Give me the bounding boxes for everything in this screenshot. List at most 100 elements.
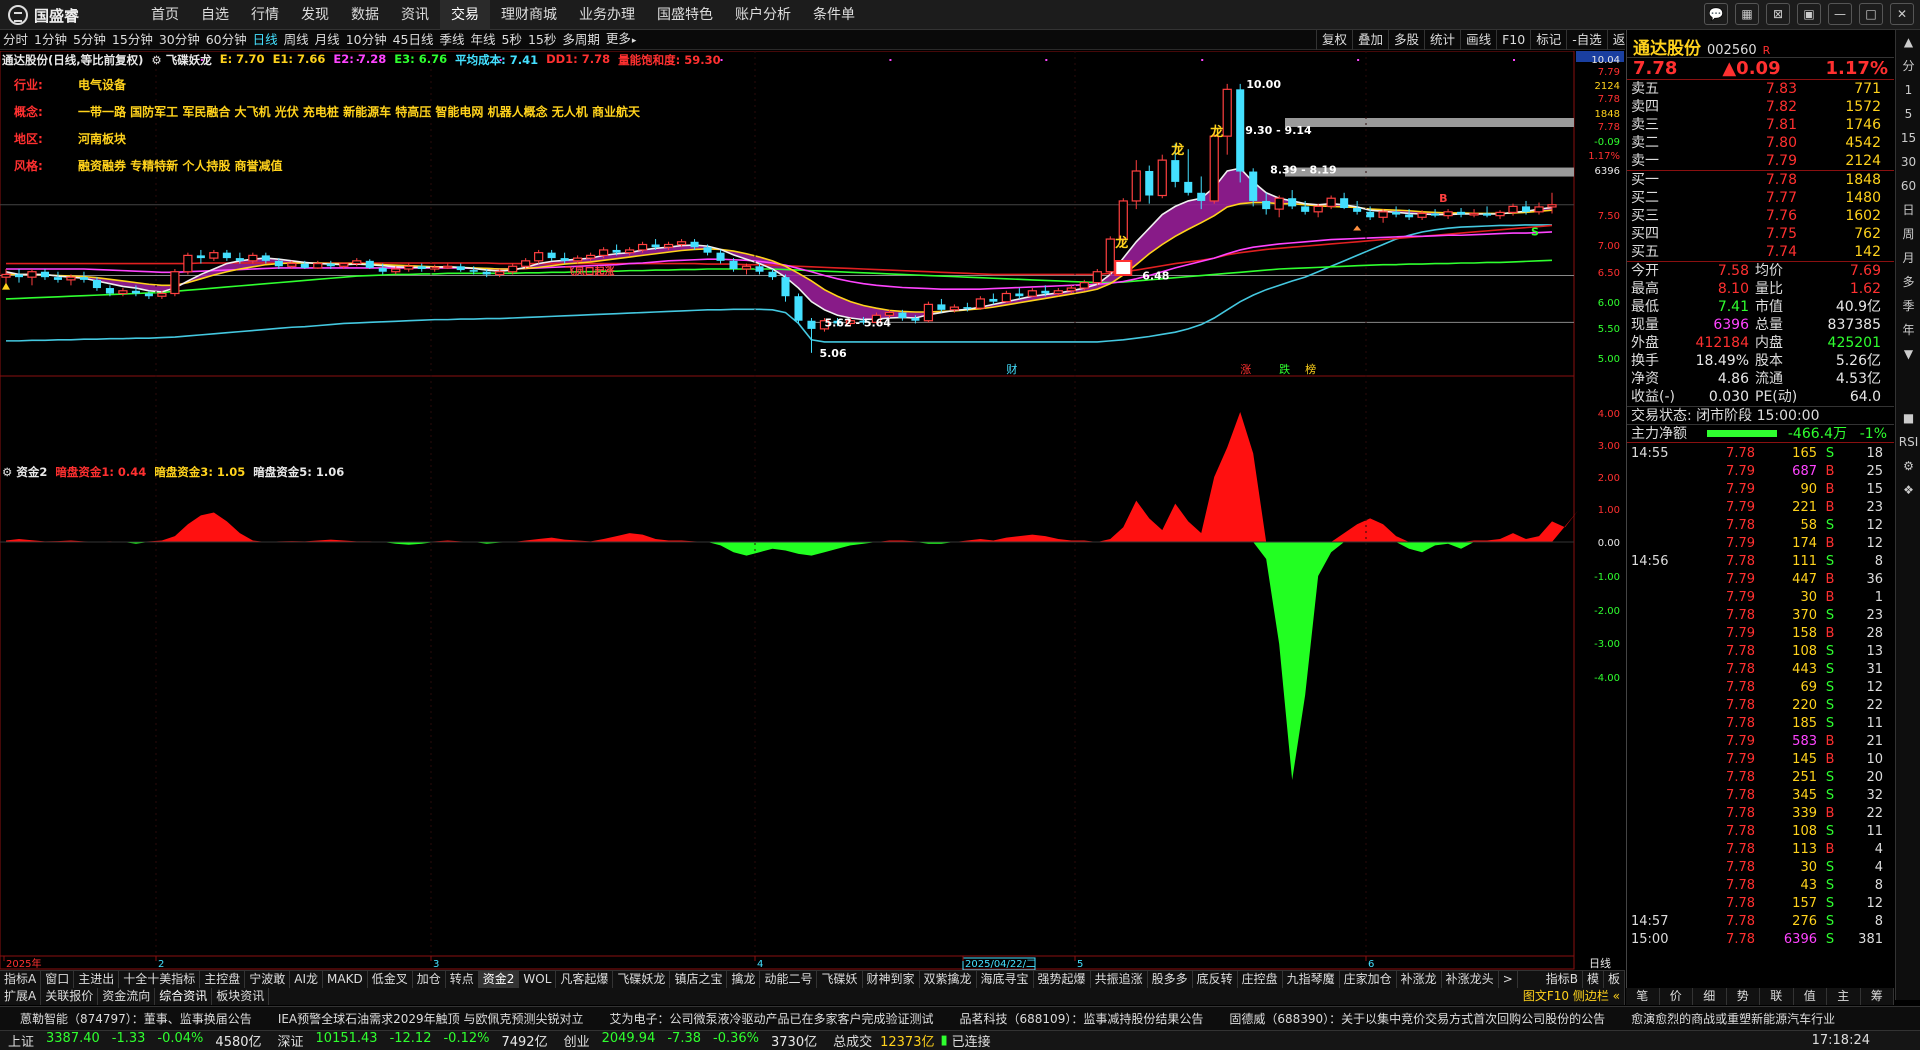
news-item[interactable]: 愈演愈烈的商战或重塑新能源汽车行业 [1631, 1010, 1835, 1027]
period-tab[interactable]: 周线 [281, 30, 312, 50]
quote-tab[interactable]: 价 [1660, 988, 1693, 1005]
indicator-tab[interactable]: 飞碟妖龙 [613, 971, 671, 988]
side-strip-item[interactable]: 多 [1896, 270, 1920, 294]
order-book-row[interactable]: 买四 7.75 762 [1627, 225, 1894, 243]
news-item[interactable]: 固德威（688390）：关于以集中竞价交易方式首次回购公司股份的公告 [1229, 1010, 1605, 1027]
indicator-tab[interactable]: 飞碟妖 [817, 971, 863, 988]
close-icon[interactable]: ✕ [1890, 3, 1914, 25]
menu-item[interactable]: 交易 [440, 0, 490, 30]
indicator-tab[interactable]: 主进出 [74, 971, 120, 988]
indicator-tab[interactable]: 双紫擒龙 [920, 971, 977, 988]
news-item[interactable]: IEA预警全球石油需求2029年触顶 与欧佩克预测尖锐对立 [278, 1010, 584, 1027]
quote-tab[interactable]: 主 [1827, 988, 1861, 1005]
period-tab[interactable]: 1分钟 [31, 30, 70, 50]
order-book-row[interactable]: 买二 7.77 1480 [1627, 189, 1894, 207]
indicator-tab[interactable]: 指标B [1542, 971, 1583, 988]
menu-item[interactable]: 国盛特色 [646, 0, 724, 30]
menu-item[interactable]: 自选 [190, 0, 240, 30]
side-strip-item[interactable]: ▼ [1896, 342, 1920, 366]
indicator-tab[interactable]: 庄家加仓 [1340, 971, 1397, 988]
side-strip-item[interactable]: 15 [1896, 126, 1920, 150]
period-tab[interactable]: 多周期 [559, 30, 603, 50]
side-strip-item[interactable]: 周 [1896, 222, 1920, 246]
side-strip-item[interactable]: 分 [1896, 54, 1920, 78]
indicator-tab[interactable]: MAKD [323, 971, 368, 988]
period-tab[interactable]: 季线 [437, 30, 468, 50]
quote-tab[interactable]: 笔 [1626, 988, 1660, 1005]
indicator-tab[interactable]: 资金2 [478, 971, 520, 988]
indicator-tab[interactable]: 转点 [446, 971, 479, 988]
indicator-tab[interactable]: 指标A [0, 971, 42, 988]
toolbar-button[interactable]: 画线 [1460, 30, 1496, 50]
side-strip-tool[interactable]: ⚙ [1896, 454, 1920, 478]
news-item[interactable]: 品茗科技（688109）：监事减持股份结果公告 [960, 1010, 1204, 1027]
minimize-icon[interactable]: — [1828, 3, 1852, 25]
period-tab[interactable]: 5分钟 [70, 30, 109, 50]
side-strip-item[interactable]: ▲ [1896, 30, 1920, 54]
indicator-tab[interactable]: 十全十美指标 [119, 971, 201, 988]
info-tab[interactable]: 关联报价 [41, 988, 99, 1005]
indicator-tab[interactable]: 擒龙 [727, 971, 761, 988]
indicator-tab[interactable]: > [1499, 971, 1518, 988]
indicator-tab[interactable]: 加仓 [413, 971, 446, 988]
indicator-tab[interactable]: 底反转 [1193, 971, 1238, 988]
period-tab[interactable]: 30分钟 [156, 30, 203, 50]
quote-tab[interactable]: 联 [1760, 988, 1794, 1005]
side-strip-item[interactable]: 30 [1896, 150, 1920, 174]
side-strip-item[interactable]: 季 [1896, 294, 1920, 318]
index-quote[interactable]: 上证 3387.40 -1.33 -0.04% 4580亿 [0, 1031, 270, 1050]
indicator-tab[interactable]: 主控盘 [200, 971, 246, 988]
period-tab[interactable]: 15分钟 [109, 30, 156, 50]
period-tab[interactable]: 年线 [468, 30, 499, 50]
toolbar-button[interactable]: -自选 [1566, 30, 1607, 50]
menu-item[interactable]: 账户分析 [724, 0, 802, 30]
order-book-row[interactable]: 买一 7.78 1848 [1627, 171, 1894, 189]
grid-icon[interactable]: ▦ [1735, 3, 1759, 25]
toolbar-button[interactable]: 标记 [1530, 30, 1566, 50]
menu-item[interactable]: 发现 [290, 0, 340, 30]
indicator-tab[interactable]: 模 [1583, 971, 1604, 988]
period-tab[interactable]: 10分钟 [343, 30, 390, 50]
news-ticker[interactable]: 蒽勒智能（874797）：董事、监事换届公告 IEA预警全球石油需求2029年触顶… [0, 1006, 1920, 1030]
news-item[interactable]: 蒽勒智能（874797）：董事、监事换届公告 [20, 1010, 252, 1027]
indicator-tab[interactable]: WOL [519, 971, 557, 988]
order-book-row[interactable]: 卖三 7.81 1746 [1627, 116, 1894, 134]
order-book-row[interactable]: 卖四 7.82 1572 [1627, 98, 1894, 116]
toolbar-button[interactable]: 复权 [1316, 30, 1352, 50]
menu-item[interactable]: 条件单 [802, 0, 866, 30]
indicator-tab[interactable]: 财神到家 [863, 971, 920, 988]
side-strip-item[interactable]: 1 [1896, 78, 1920, 102]
info-tab[interactable]: 板块资讯 [212, 988, 270, 1005]
menu-item[interactable]: 数据 [340, 0, 390, 30]
quote-tab[interactable]: 势 [1727, 988, 1760, 1005]
side-strip-item[interactable]: 日 [1896, 198, 1920, 222]
menu-item[interactable]: 行情 [240, 0, 290, 30]
period-tab[interactable]: 15秒 [525, 30, 559, 50]
toolbar-button[interactable]: 多股 [1388, 30, 1424, 50]
period-tab[interactable]: 分时 [0, 30, 31, 50]
side-strip-item[interactable]: 月 [1896, 246, 1920, 270]
info-tab[interactable]: 扩展A [0, 988, 42, 1005]
indicator-tab[interactable]: 窗口 [41, 971, 75, 988]
order-book-row[interactable]: 卖二 7.80 4542 [1627, 134, 1894, 152]
menu-item[interactable]: 首页 [140, 0, 190, 30]
toolbar-button[interactable]: 叠加 [1352, 30, 1388, 50]
info-tab[interactable]: 综合资讯 [155, 988, 213, 1005]
menu-item[interactable]: 理财商城 [490, 0, 568, 30]
index-quote[interactable]: 深证 10151.43 -12.12 -0.12% 7492亿 [270, 1031, 556, 1050]
indicator-tab[interactable]: 九指琴魔 [1283, 971, 1340, 988]
quote-tab[interactable]: 值 [1794, 988, 1827, 1005]
period-tab[interactable]: 45日线 [390, 30, 437, 50]
box-icon[interactable]: ▣ [1797, 3, 1821, 25]
info-tab[interactable]: 资金流向 [98, 988, 156, 1005]
index-quote[interactable]: 创业 2049.94 -7.38 -0.36% 3730亿 [556, 1031, 826, 1050]
indicator-tab[interactable]: 凡客起爆 [556, 971, 614, 988]
tick-list[interactable]: 14:55 7.78 165 S 18 7.79 687 B 25 7.79 90 B 15 7.79 22… [1627, 442, 1894, 949]
indicator-tab[interactable]: 低金叉 [368, 971, 413, 988]
period-tab[interactable]: 日线 [250, 30, 281, 50]
side-strip-item[interactable]: 5 [1896, 102, 1920, 126]
period-tab[interactable]: 60分钟 [203, 30, 250, 50]
sidebar-toggle[interactable]: 图文F10 侧边栏 « [1519, 988, 1625, 1005]
indicator-tab[interactable]: 镇店之宝 [670, 971, 728, 988]
indicator-tab[interactable]: 板 [1604, 971, 1625, 988]
